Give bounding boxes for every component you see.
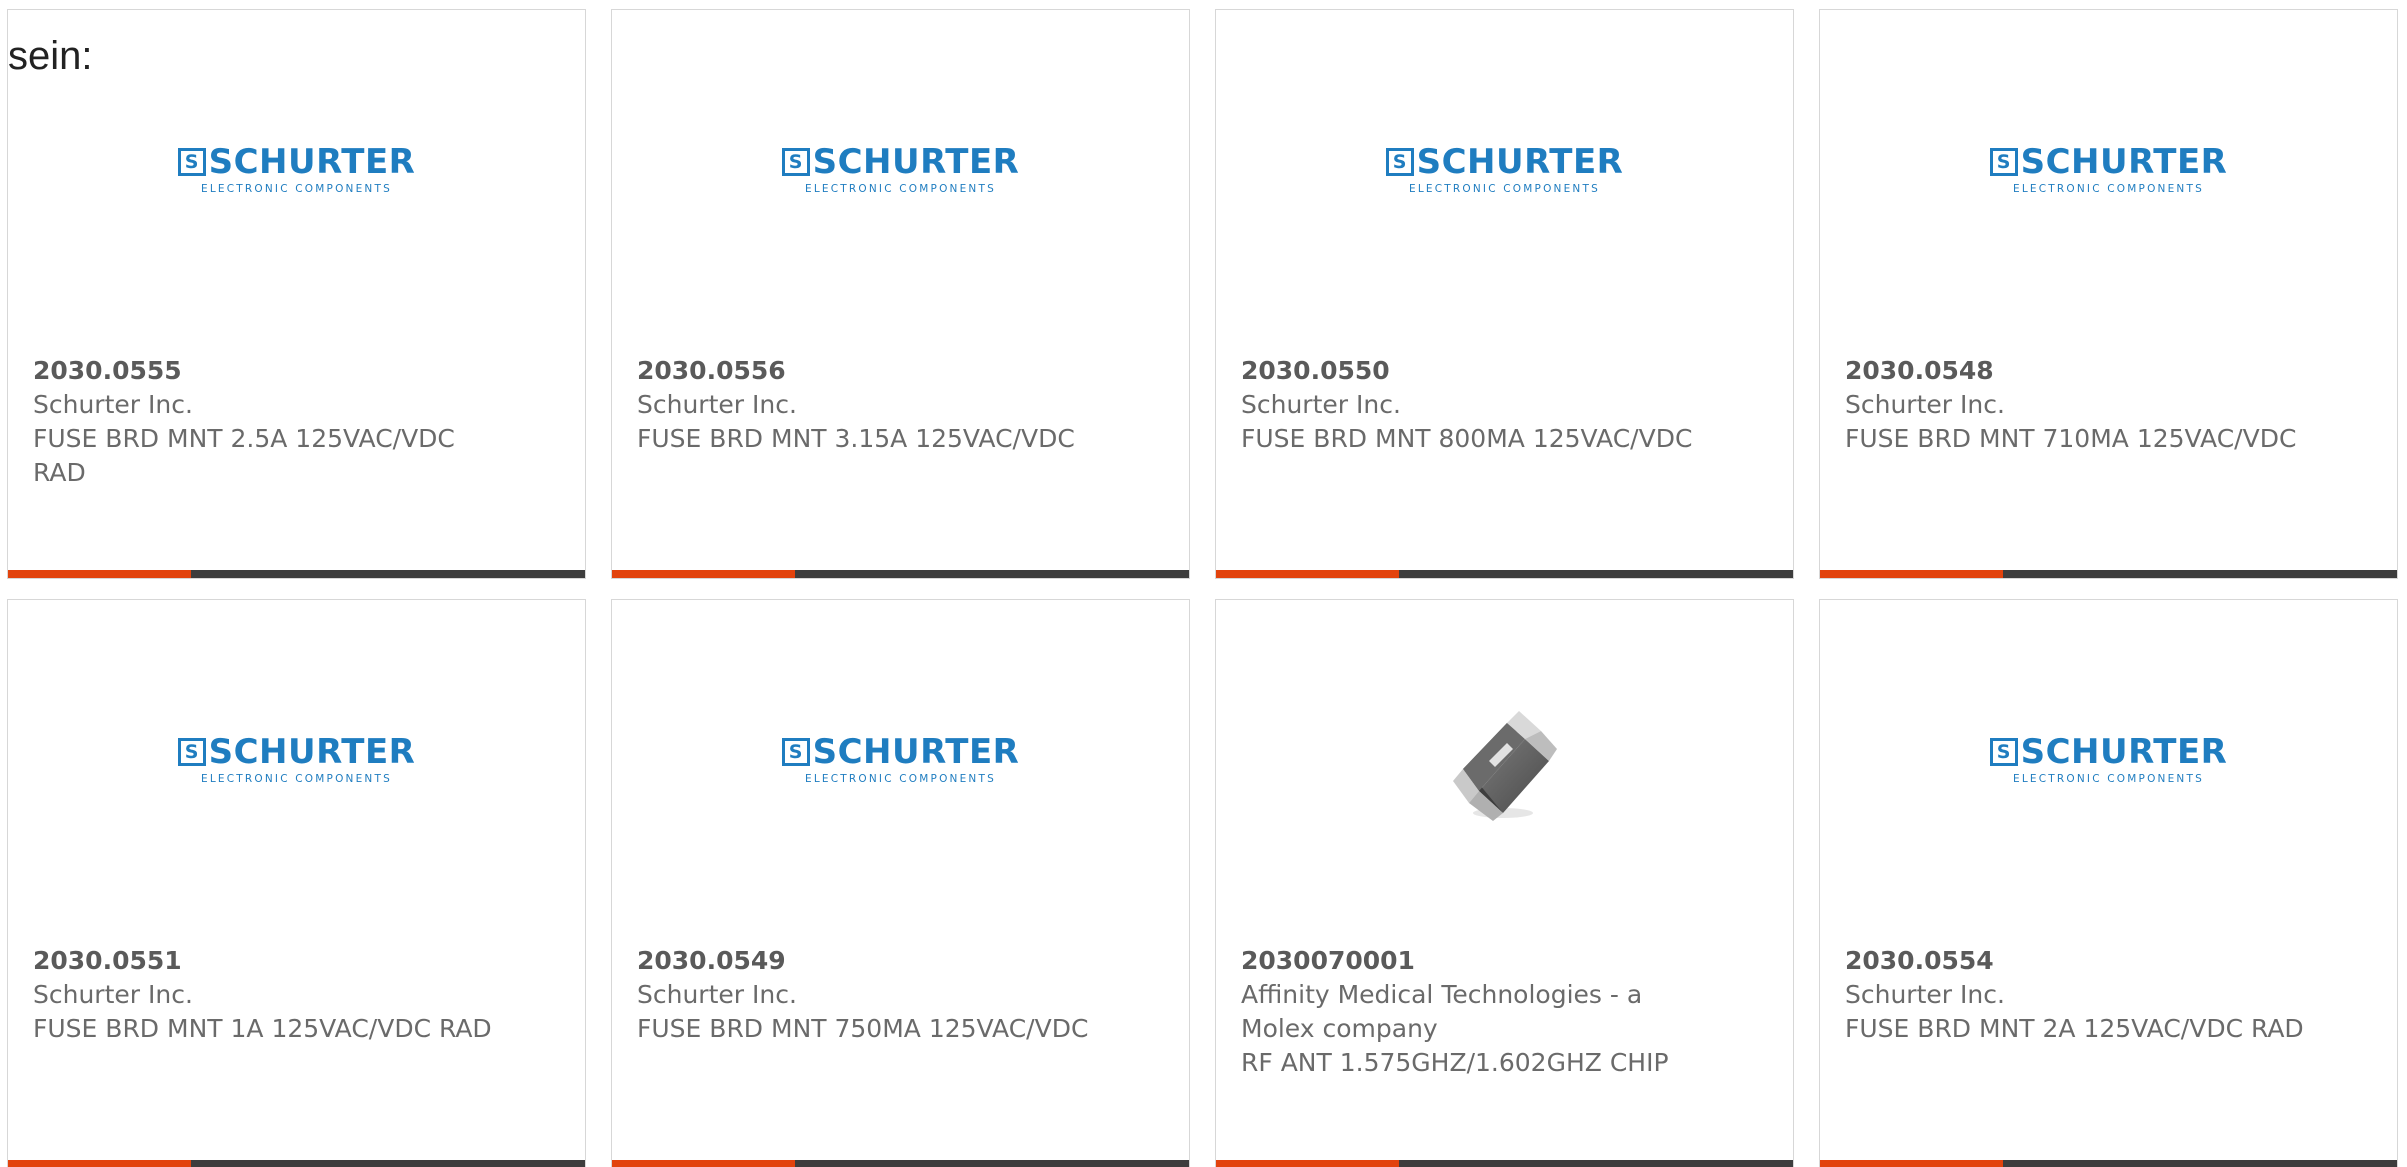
product-card[interactable]: S SCHURTER ELECTRONIC COMPONENTS 2030.05… xyxy=(1819,599,2398,1167)
logo-tagline: ELECTRONIC COMPONENTS xyxy=(2013,773,2204,785)
schurter-logo: S SCHURTER ELECTRONIC COMPONENTS xyxy=(177,142,416,195)
product-image-area[interactable]: S SCHURTER ELECTRONIC COMPONENTS xyxy=(1216,10,1793,340)
product-image-area[interactable] xyxy=(1216,600,1793,930)
manufacturer: Schurter Inc. xyxy=(1241,390,1401,419)
description: FUSE BRD MNT 3.15A 125VAC/VDC xyxy=(637,424,1075,453)
description: FUSE BRD MNT 710MA 125VAC/VDC xyxy=(1845,424,2297,453)
description: FUSE BRD MNT 2.5A 125VAC/VDC RAD xyxy=(33,424,455,487)
product-info: 2030.0548 Schurter Inc. FUSE BRD MNT 710… xyxy=(1845,354,2315,456)
card-bottom-bar xyxy=(1216,1160,1793,1167)
logo-tagline: ELECTRONIC COMPONENTS xyxy=(1409,183,1600,195)
card-accent xyxy=(8,1160,191,1167)
logo-name: SCHURTER xyxy=(1416,142,1624,182)
part-number-link[interactable]: 2030.0555 xyxy=(33,354,503,388)
logo-tagline: ELECTRONIC COMPONENTS xyxy=(201,773,392,785)
product-image-area[interactable]: S SCHURTER ELECTRONIC COMPONENTS xyxy=(8,10,585,340)
part-number-link[interactable]: 2030.0556 xyxy=(637,354,1107,388)
logo-name: SCHURTER xyxy=(2020,142,2228,182)
card-bottom-bar xyxy=(612,1160,1189,1167)
product-card[interactable]: S SCHURTER ELECTRONIC COMPONENTS 2030.05… xyxy=(7,599,586,1167)
chip-antenna-icon xyxy=(1452,711,1557,821)
logo-tagline: ELECTRONIC COMPONENTS xyxy=(805,773,996,785)
description: FUSE BRD MNT 750MA 125VAC/VDC xyxy=(637,1014,1089,1043)
product-image-area[interactable]: S SCHURTER ELECTRONIC COMPONENTS xyxy=(1820,600,2397,930)
logo-name: SCHURTER xyxy=(812,732,1020,772)
card-bottom-bar xyxy=(8,570,585,578)
product-info: 2030.0550 Schurter Inc. FUSE BRD MNT 800… xyxy=(1241,354,1711,456)
manufacturer: Schurter Inc. xyxy=(33,980,193,1009)
part-number-link[interactable]: 2030.0548 xyxy=(1845,354,2315,388)
manufacturer: Schurter Inc. xyxy=(1845,980,2005,1009)
schurter-mark-icon: S xyxy=(781,148,810,176)
schurter-logo: S SCHURTER ELECTRONIC COMPONENTS xyxy=(1989,142,2228,195)
product-image-area[interactable]: S SCHURTER ELECTRONIC COMPONENTS xyxy=(1820,10,2397,340)
logo-tagline: ELECTRONIC COMPONENTS xyxy=(201,183,392,195)
card-bottom-bar xyxy=(1216,570,1793,578)
schurter-logo: S SCHURTER ELECTRONIC COMPONENTS xyxy=(1989,732,2228,785)
product-grid: S SCHURTER ELECTRONIC COMPONENTS 2030.05… xyxy=(7,9,2401,1167)
manufacturer: Schurter Inc. xyxy=(1845,390,2005,419)
product-info: 2030.0555 Schurter Inc. FUSE BRD MNT 2.5… xyxy=(33,354,503,490)
card-bottom-bar xyxy=(1820,570,2397,578)
schurter-mark-icon: S xyxy=(1989,148,2018,176)
product-info: 2030.0551 Schurter Inc. FUSE BRD MNT 1A … xyxy=(33,944,503,1046)
part-number-link[interactable]: 2030.0549 xyxy=(637,944,1107,978)
product-card[interactable]: S SCHURTER ELECTRONIC COMPONENTS 2030.05… xyxy=(7,9,586,579)
description: FUSE BRD MNT 800MA 125VAC/VDC xyxy=(1241,424,1693,453)
description: FUSE BRD MNT 1A 125VAC/VDC RAD xyxy=(33,1014,492,1043)
product-card[interactable]: S SCHURTER ELECTRONIC COMPONENTS 2030.05… xyxy=(611,9,1190,579)
part-number-link[interactable]: 2030.0554 xyxy=(1845,944,2315,978)
schurter-logo: S SCHURTER ELECTRONIC COMPONENTS xyxy=(781,142,1020,195)
card-accent xyxy=(8,570,191,578)
schurter-mark-icon: S xyxy=(781,738,810,766)
part-number-link[interactable]: 2030.0550 xyxy=(1241,354,1711,388)
intro-text: sein: xyxy=(8,34,93,78)
card-bottom-bar xyxy=(612,570,1189,578)
card-accent xyxy=(1216,570,1399,578)
schurter-mark-icon: S xyxy=(177,738,206,766)
page: sein: S SCHURTER ELECTRONIC COMPONENTS 2… xyxy=(0,0,2407,1167)
part-number-link[interactable]: 2030.0551 xyxy=(33,944,503,978)
manufacturer: Affinity Medical Technologies - a Molex … xyxy=(1241,980,1643,1043)
product-info: 2030.0556 Schurter Inc. FUSE BRD MNT 3.1… xyxy=(637,354,1107,456)
product-info: 2030070001 Affinity Medical Technologies… xyxy=(1241,944,1711,1080)
product-image-area[interactable]: S SCHURTER ELECTRONIC COMPONENTS xyxy=(612,10,1189,340)
product-image-area[interactable]: S SCHURTER ELECTRONIC COMPONENTS xyxy=(8,600,585,930)
card-bottom-bar xyxy=(8,1160,585,1167)
card-accent xyxy=(612,1160,795,1167)
schurter-logo: S SCHURTER ELECTRONIC COMPONENTS xyxy=(781,732,1020,785)
product-card[interactable]: S SCHURTER ELECTRONIC COMPONENTS 2030.05… xyxy=(1215,9,1794,579)
product-card[interactable]: 2030070001 Affinity Medical Technologies… xyxy=(1215,599,1794,1167)
logo-tagline: ELECTRONIC COMPONENTS xyxy=(2013,183,2204,195)
schurter-logo: S SCHURTER ELECTRONIC COMPONENTS xyxy=(177,732,416,785)
description: RF ANT 1.575GHZ/1.602GHZ CHIP xyxy=(1241,1048,1669,1077)
product-card[interactable]: S SCHURTER ELECTRONIC COMPONENTS 2030.05… xyxy=(1819,9,2398,579)
logo-tagline: ELECTRONIC COMPONENTS xyxy=(805,183,996,195)
card-accent xyxy=(1216,1160,1399,1167)
logo-name: SCHURTER xyxy=(2020,732,2228,772)
manufacturer: Schurter Inc. xyxy=(637,980,797,1009)
manufacturer: Schurter Inc. xyxy=(637,390,797,419)
card-bottom-bar xyxy=(1820,1160,2397,1167)
logo-name: SCHURTER xyxy=(208,732,416,772)
part-number-link[interactable]: 2030070001 xyxy=(1241,944,1711,978)
schurter-logo: S SCHURTER ELECTRONIC COMPONENTS xyxy=(1385,142,1624,195)
schurter-mark-icon: S xyxy=(1989,738,2018,766)
product-image-area[interactable]: S SCHURTER ELECTRONIC COMPONENTS xyxy=(612,600,1189,930)
product-info: 2030.0549 Schurter Inc. FUSE BRD MNT 750… xyxy=(637,944,1107,1046)
card-accent xyxy=(612,570,795,578)
card-accent xyxy=(1820,570,2003,578)
description: FUSE BRD MNT 2A 125VAC/VDC RAD xyxy=(1845,1014,2304,1043)
product-info: 2030.0554 Schurter Inc. FUSE BRD MNT 2A … xyxy=(1845,944,2315,1046)
schurter-mark-icon: S xyxy=(177,148,206,176)
logo-name: SCHURTER xyxy=(208,142,416,182)
manufacturer: Schurter Inc. xyxy=(33,390,193,419)
product-card[interactable]: S SCHURTER ELECTRONIC COMPONENTS 2030.05… xyxy=(611,599,1190,1167)
logo-name: SCHURTER xyxy=(812,142,1020,182)
schurter-mark-icon: S xyxy=(1385,148,1414,176)
card-accent xyxy=(1820,1160,2003,1167)
